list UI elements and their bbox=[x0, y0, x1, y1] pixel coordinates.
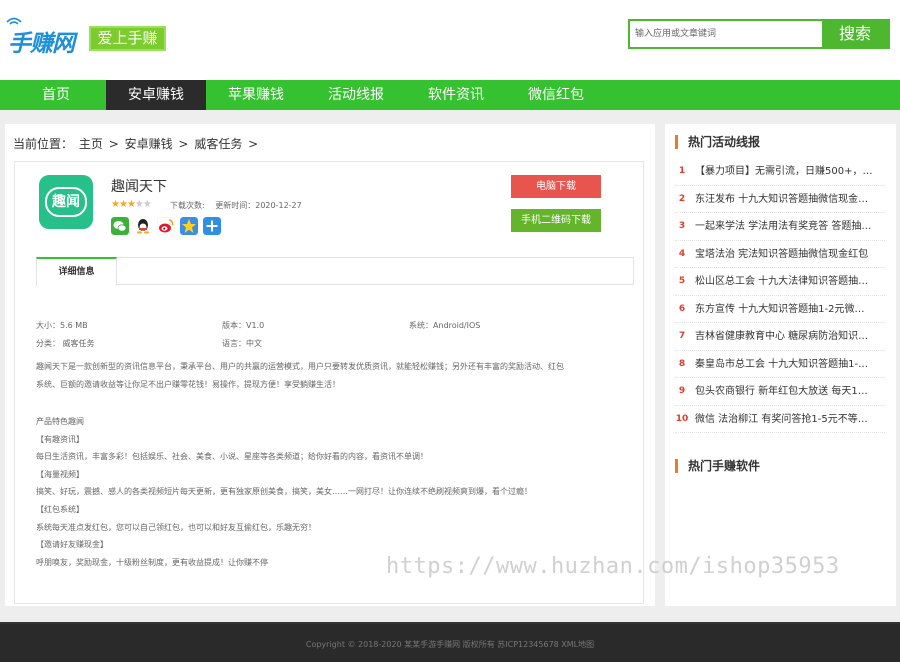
site-logo[interactable]: 手赚网 bbox=[6, 16, 86, 57]
update-time: 更新时间：2020-12-27 bbox=[215, 201, 302, 210]
list-item[interactable]: 6 东方宣传 十九大知识答题抽1-2元微… bbox=[675, 296, 885, 323]
copyright-text: Copyright © 2018-2020 某某手游手赚网 版权所有 苏ICP1… bbox=[305, 640, 595, 649]
app-icon: 趣闻 bbox=[39, 175, 93, 229]
rank-number: 8 bbox=[678, 358, 686, 369]
rank-number: 4 bbox=[678, 248, 686, 259]
list-item[interactable]: 8 秦皇岛市总工会 十九大知识答题抽1-… bbox=[675, 351, 885, 378]
rank-number: 10 bbox=[675, 413, 689, 424]
feature-text: 系统每天准点发红包，您可以自己领红包，也可以和好友互偷红包，乐趣无穷！ bbox=[36, 522, 316, 532]
list-item-text: 微信 法治柳江 有奖问答抢1-5元不等… bbox=[695, 413, 868, 425]
list-item[interactable]: 3 一起来学法 学法用法有奖竞答 答题抽… bbox=[675, 213, 885, 241]
star-empty-icon: ★ bbox=[142, 199, 152, 210]
feature-title: 【海量视频】 bbox=[36, 469, 84, 479]
rank-number: 7 bbox=[678, 331, 686, 341]
hot-software-title: 热门手赚软件 bbox=[675, 459, 760, 473]
wechat-icon[interactable] bbox=[111, 217, 129, 235]
site-footer: Copyright © 2018-2020 某某手游手赚网 版权所有 苏ICP1… bbox=[0, 622, 900, 662]
list-item-text: 宝塔法治 宪法知识答题抽微信现金红包 bbox=[695, 248, 869, 260]
description-line: 系统、巨额的邀请收益等让你足不出户赚零花钱！易操作，提现方便！享受躺赚生活！ bbox=[36, 380, 340, 389]
more-share-icon[interactable] bbox=[203, 217, 221, 235]
info-language: 语言：中文 bbox=[222, 339, 262, 348]
download-count: 下载次数: bbox=[170, 201, 205, 210]
list-item[interactable]: 9 包头农商银行 新年红包大放送 每天1… bbox=[675, 378, 885, 406]
sidebar: 热门活动线报 1 【暴力项目】无需引流，日赚500+，… 2 东汪发布 十九大知识答… bbox=[665, 124, 896, 606]
main-nav: 首页 安卓赚钱 苹果赚钱 活动线报 软件资讯 微信红包 bbox=[0, 80, 900, 110]
breadcrumb-sep: > bbox=[248, 137, 259, 151]
list-item-text: 松山区总工会 十九大法律知识答题抽… bbox=[695, 276, 869, 287]
info-system: 系统：Android/IOS bbox=[409, 321, 481, 330]
star-icon: ★ bbox=[126, 199, 136, 210]
list-item-text: 包头农商银行 新年红包大放送 每天1… bbox=[695, 386, 868, 397]
list-item-text: 秦皇岛市总工会 十九大知识答题抽1-… bbox=[695, 358, 869, 370]
breadcrumb-android[interactable]: 安卓赚钱 bbox=[125, 137, 173, 151]
app-features: 产品特色趣闻 【有趣资讯】 每日生活资讯，丰富多彩！包括娱乐、社会、美食、小说、… bbox=[36, 413, 636, 571]
nav-item-android[interactable]: 安卓赚钱 bbox=[106, 80, 206, 110]
hot-activities-list: 1 【暴力项目】无需引流，日赚500+，… 2 东汪发布 十九大知识答题抽微信现金…… bbox=[675, 158, 885, 433]
nav-item-activities[interactable]: 活动线报 bbox=[306, 80, 406, 110]
qr-download-button[interactable]: 手机二维码下载 bbox=[511, 209, 601, 232]
star-icon: ★ bbox=[111, 199, 120, 210]
list-item-text: 一起来学法 学法用法有奖竞答 答题抽… bbox=[695, 221, 872, 232]
breadcrumb: 当前位置： 主页 > 安卓赚钱 > 威客任务 > bbox=[13, 135, 260, 152]
app-description: 趣闻天下是一款创新型的资讯信息平台，秉承平台、用户的共赢的运营模式，用户只要转发… bbox=[36, 358, 636, 394]
info-version: 版本：V1.0 bbox=[222, 321, 265, 330]
list-item-text: 东汪发布 十九大知识答题抽微信现金… bbox=[695, 193, 869, 205]
qq-icon[interactable] bbox=[134, 217, 152, 235]
list-item-text: 东方宣传 十九大知识答题抽1-2元微… bbox=[695, 303, 865, 315]
pc-download-button[interactable]: 电脑下载 bbox=[511, 175, 601, 198]
feature-title: 【有趣资讯】 bbox=[36, 434, 84, 444]
breadcrumb-category[interactable]: 威客任务 bbox=[194, 137, 242, 151]
rank-number: 3 bbox=[678, 221, 686, 231]
main-content: 当前位置： 主页 > 安卓赚钱 > 威客任务 > 趣闻 趣闻天下 ★★★★★ 下… bbox=[5, 124, 655, 606]
breadcrumb-home[interactable]: 主页 bbox=[79, 137, 103, 151]
feature-title: 【红包系统】 bbox=[36, 504, 84, 514]
search-input[interactable] bbox=[630, 21, 824, 47]
nav-item-wechat-redpacket[interactable]: 微信红包 bbox=[506, 80, 606, 110]
rank-number: 6 bbox=[678, 303, 686, 314]
description-line: 趣闻天下是一款创新型的资讯信息平台，秉承平台、用户的共赢的运营模式，用户只要转发… bbox=[36, 362, 564, 371]
rank-number: 9 bbox=[678, 386, 686, 396]
breadcrumb-label: 当前位置： bbox=[13, 137, 74, 151]
tab-details[interactable]: 详细信息 bbox=[36, 257, 117, 286]
hot-activities-title: 热门活动线报 bbox=[675, 135, 760, 149]
app-meta: 下载次数: 更新时间：2020-12-27 bbox=[170, 200, 310, 211]
detail-tabbar: 详细信息 bbox=[36, 257, 634, 286]
list-item[interactable]: 1 【暴力项目】无需引流，日赚500+，… bbox=[675, 158, 885, 186]
feature-text: 搞笑、好玩，震撼、感人的各类视频短片每天更新，更有独家原创美食，搞笑，美女……一… bbox=[36, 487, 532, 497]
info-size: 大小：5.6 MB bbox=[36, 321, 88, 330]
nav-item-news[interactable]: 软件资讯 bbox=[406, 80, 506, 110]
feature-title: 【邀请好友赚现金】 bbox=[36, 540, 108, 550]
list-item-text: 【暴力项目】无需引流，日赚500+，… bbox=[695, 166, 873, 177]
features-heading: 产品特色趣闻 bbox=[36, 417, 84, 426]
search-box: 搜索 bbox=[628, 19, 890, 49]
app-icon-text: 趣闻 bbox=[45, 187, 87, 217]
nav-item-home[interactable]: 首页 bbox=[6, 80, 106, 110]
rating-stars: ★★★★★ bbox=[111, 199, 152, 210]
search-button[interactable]: 搜索 bbox=[822, 21, 888, 47]
star-empty-icon: ★ bbox=[134, 199, 144, 210]
logo-text: 手赚网 bbox=[8, 31, 75, 57]
list-item[interactable]: 7 吉林省健康教育中心 糖尿病防治知识… bbox=[675, 323, 885, 351]
list-item[interactable]: 10 微信 法治柳江 有奖问答抢1-5元不等… bbox=[675, 406, 885, 433]
breadcrumb-sep: > bbox=[178, 137, 189, 151]
list-item[interactable]: 2 东汪发布 十九大知识答题抽微信现金… bbox=[675, 186, 885, 213]
rank-number: 2 bbox=[678, 193, 686, 204]
site-header: 手赚网 爱上手赚 搜索 bbox=[0, 0, 900, 80]
rank-number: 5 bbox=[678, 276, 686, 286]
slogan-badge: 爱上手赚 bbox=[89, 26, 166, 51]
list-item-text: 吉林省健康教育中心 糖尿病防治知识… bbox=[695, 331, 869, 342]
info-category: 分类： 威客任务 bbox=[36, 339, 95, 348]
rank-number: 1 bbox=[678, 166, 686, 176]
star-icon: ★ bbox=[118, 199, 128, 210]
app-title: 趣闻天下 bbox=[111, 179, 167, 195]
nav-item-apple[interactable]: 苹果赚钱 bbox=[206, 80, 306, 110]
watermark-text: https://www.huzhan.com/ishop35953 bbox=[386, 554, 840, 579]
list-item[interactable]: 4 宝塔法治 宪法知识答题抽微信现金红包 bbox=[675, 241, 885, 268]
app-detail-panel: 趣闻 趣闻天下 ★★★★★ 下载次数: 更新时间：2020-12-27 电脑下载… bbox=[14, 161, 644, 604]
breadcrumb-sep: > bbox=[108, 137, 119, 151]
qzone-icon[interactable] bbox=[180, 217, 198, 235]
feature-text: 每日生活资讯，丰富多彩！包括娱乐、社会、美食、小说、星座等各类频道；给你好看的内… bbox=[36, 452, 428, 462]
list-item[interactable]: 5 松山区总工会 十九大法律知识答题抽… bbox=[675, 268, 885, 296]
weibo-icon[interactable] bbox=[157, 217, 175, 235]
